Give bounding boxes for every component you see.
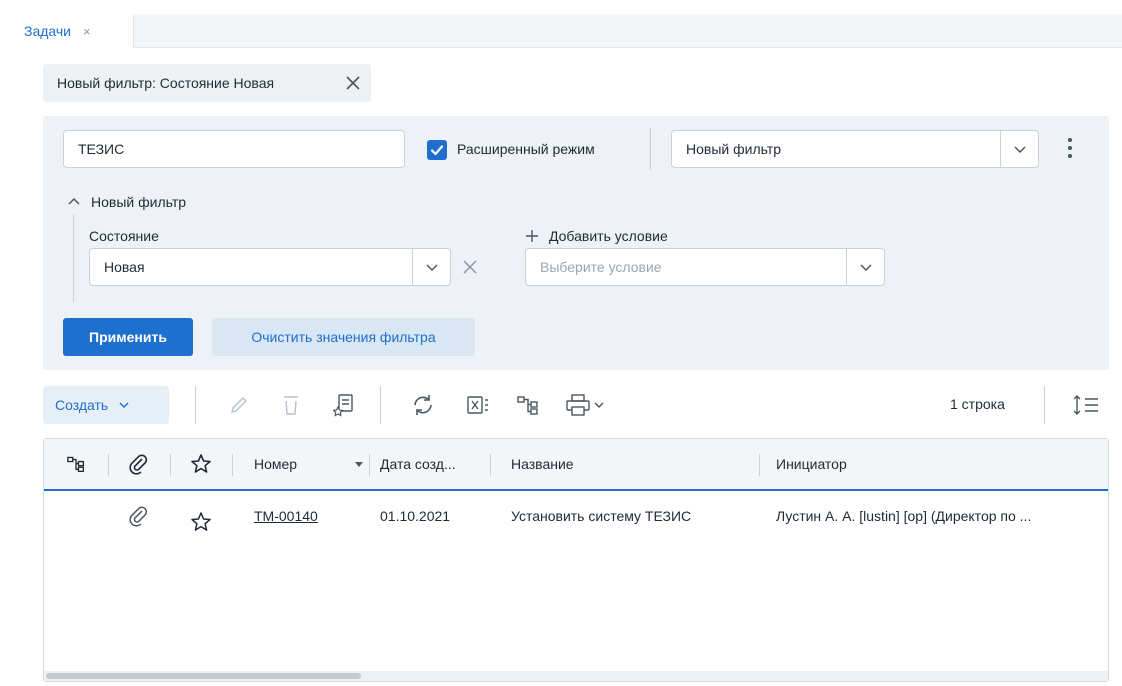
column-divider[interactable] [490, 454, 491, 476]
condition-select-placeholder: Выберите условие [540, 259, 662, 275]
condition-select-dropdown[interactable] [846, 249, 884, 285]
close-icon[interactable] [343, 73, 363, 93]
initiator-cell: Лустин А. А. [lustin] [op] (Директор по … [776, 508, 1032, 524]
add-condition-button[interactable]: Добавить условие [525, 228, 668, 244]
applied-filter-chip: Новый фильтр: Состояние Новая [43, 64, 371, 102]
hierarchy-button[interactable] [516, 392, 540, 418]
remove-condition-icon[interactable] [461, 258, 479, 276]
checkmark-icon [430, 145, 444, 156]
refresh-button[interactable] [410, 392, 436, 418]
horizontal-scrollbar[interactable] [44, 671, 1108, 681]
filter-select[interactable]: Новый фильтр [671, 130, 1039, 168]
state-select-value: Новая [104, 259, 145, 275]
filter-group-line [73, 214, 74, 302]
chevron-down-icon [594, 402, 604, 409]
create-button[interactable]: Создать [43, 386, 169, 424]
column-hierarchy[interactable] [66, 439, 86, 489]
chevron-down-icon [425, 264, 438, 272]
tasks-table: Номер Дата созд... Название Инициатор ТМ… [43, 438, 1109, 682]
table-header: Номер Дата созд... Название Инициатор [44, 439, 1108, 491]
applied-filter-label: Новый фильтр: Состояние Новая [57, 75, 275, 91]
column-number-label: Номер [254, 456, 298, 472]
delete-button[interactable] [280, 392, 302, 418]
plus-icon [526, 230, 538, 242]
star-icon [191, 454, 211, 473]
search-input[interactable]: ТЕЗИС [63, 130, 405, 168]
open-card-button[interactable] [333, 392, 355, 418]
tab-tasks[interactable]: Задачи × [12, 14, 134, 48]
trash-icon [284, 396, 298, 415]
chevron-down-icon [119, 402, 129, 409]
column-number[interactable]: Номер [254, 439, 364, 489]
row-height-icon [1073, 395, 1098, 415]
scrollbar-thumb[interactable] [46, 673, 361, 679]
chevron-up-icon [68, 197, 80, 205]
filter-select-dropdown[interactable] [1000, 131, 1038, 167]
apply-button[interactable]: Применить [63, 318, 193, 356]
clear-filter-button[interactable]: Очистить значения фильтра [212, 318, 475, 356]
column-date[interactable]: Дата созд... [380, 439, 456, 489]
date-cell: 01.10.2021 [380, 508, 451, 524]
refresh-icon [414, 395, 432, 415]
column-name[interactable]: Название [511, 439, 574, 489]
chevron-down-icon [859, 264, 872, 272]
create-button-label: Создать [55, 397, 109, 413]
column-favorite[interactable] [190, 439, 212, 489]
table-row[interactable]: ТМ-00140 01.10.2021 Установить систему Т… [44, 491, 1108, 541]
export-excel-button[interactable] [466, 392, 490, 418]
tab-tasks-label: Задачи [24, 23, 72, 39]
paperclip-icon [129, 506, 148, 527]
column-initiator[interactable]: Инициатор [776, 439, 847, 489]
toolbar-divider [1044, 386, 1045, 424]
column-attachment[interactable] [128, 439, 148, 489]
toolbar-divider [195, 386, 196, 424]
add-condition-label: Добавить условие [549, 228, 668, 244]
column-divider[interactable] [170, 454, 171, 476]
hierarchy-icon [67, 456, 85, 473]
advanced-mode-checkbox[interactable] [427, 140, 447, 160]
row-density-button[interactable] [1072, 392, 1100, 418]
edit-button[interactable] [228, 392, 250, 418]
star-icon [191, 512, 211, 531]
column-divider[interactable] [369, 454, 370, 476]
print-button[interactable] [565, 392, 605, 418]
advanced-mode-label: Расширенный режим [457, 141, 595, 157]
divider [650, 128, 651, 170]
document-star-icon [333, 394, 353, 417]
column-divider[interactable] [759, 454, 760, 476]
state-select[interactable]: Новая [89, 248, 451, 286]
filter-select-value: Новый фильтр [686, 141, 782, 157]
more-options-icon[interactable] [1065, 136, 1075, 162]
filter-panel: ТЕЗИС Расширенный режим Новый фильтр Нов… [43, 116, 1109, 370]
printer-icon [566, 394, 590, 416]
task-number-link[interactable]: ТМ-00140 [254, 508, 318, 524]
tab-strip: Задачи × [12, 14, 1122, 48]
number-cell: ТМ-00140 [254, 491, 318, 541]
column-divider[interactable] [232, 454, 233, 476]
filter-group-title: Новый фильтр [91, 194, 187, 210]
column-divider[interactable] [108, 454, 109, 476]
tab-close-icon[interactable]: × [83, 24, 91, 39]
chevron-down-icon [1013, 146, 1026, 154]
sort-descending-icon [355, 462, 363, 467]
attachment-cell [128, 491, 148, 541]
favorite-cell[interactable] [190, 497, 212, 547]
excel-icon [467, 396, 488, 414]
condition-field-label: Состояние [89, 228, 159, 244]
hierarchy-icon [517, 396, 538, 415]
state-select-dropdown[interactable] [412, 249, 450, 285]
toolbar-divider [380, 386, 381, 424]
name-cell: Установить систему ТЕЗИС [511, 508, 692, 524]
paperclip-icon [129, 454, 148, 475]
pencil-icon [231, 397, 247, 413]
filter-group-header[interactable]: Новый фильтр [67, 194, 186, 210]
rows-count: 1 строка [950, 396, 1005, 412]
condition-select[interactable]: Выберите условие [525, 248, 885, 286]
